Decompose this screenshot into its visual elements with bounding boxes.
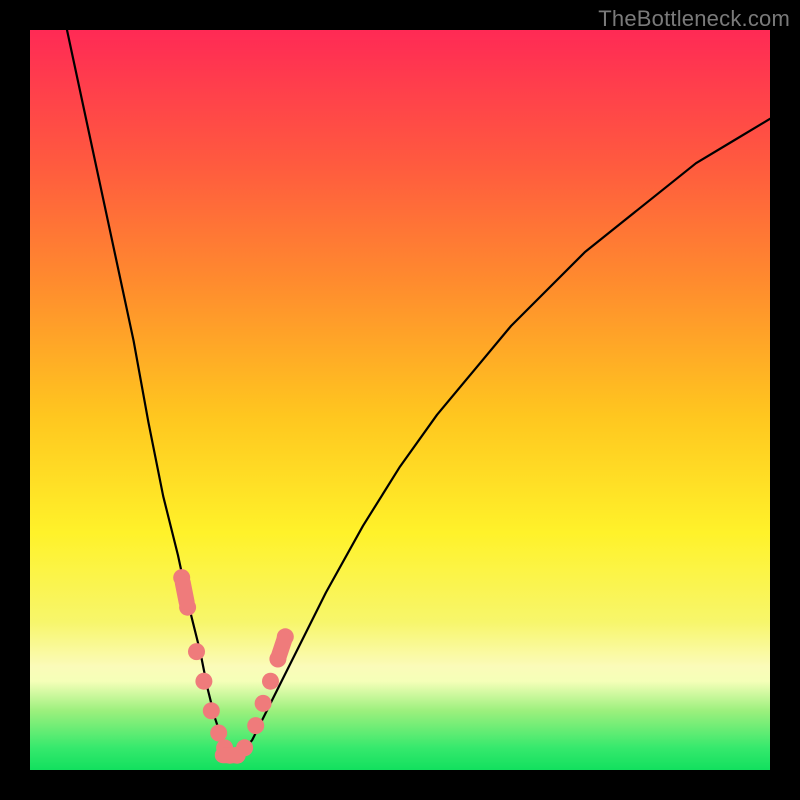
chart-svg — [30, 30, 770, 770]
highlighted-points — [173, 569, 295, 764]
bottleneck-curve — [67, 30, 770, 755]
plot-area — [30, 30, 770, 770]
chart-frame: TheBottleneck.com — [0, 0, 800, 800]
watermark-text: TheBottleneck.com — [598, 6, 790, 32]
